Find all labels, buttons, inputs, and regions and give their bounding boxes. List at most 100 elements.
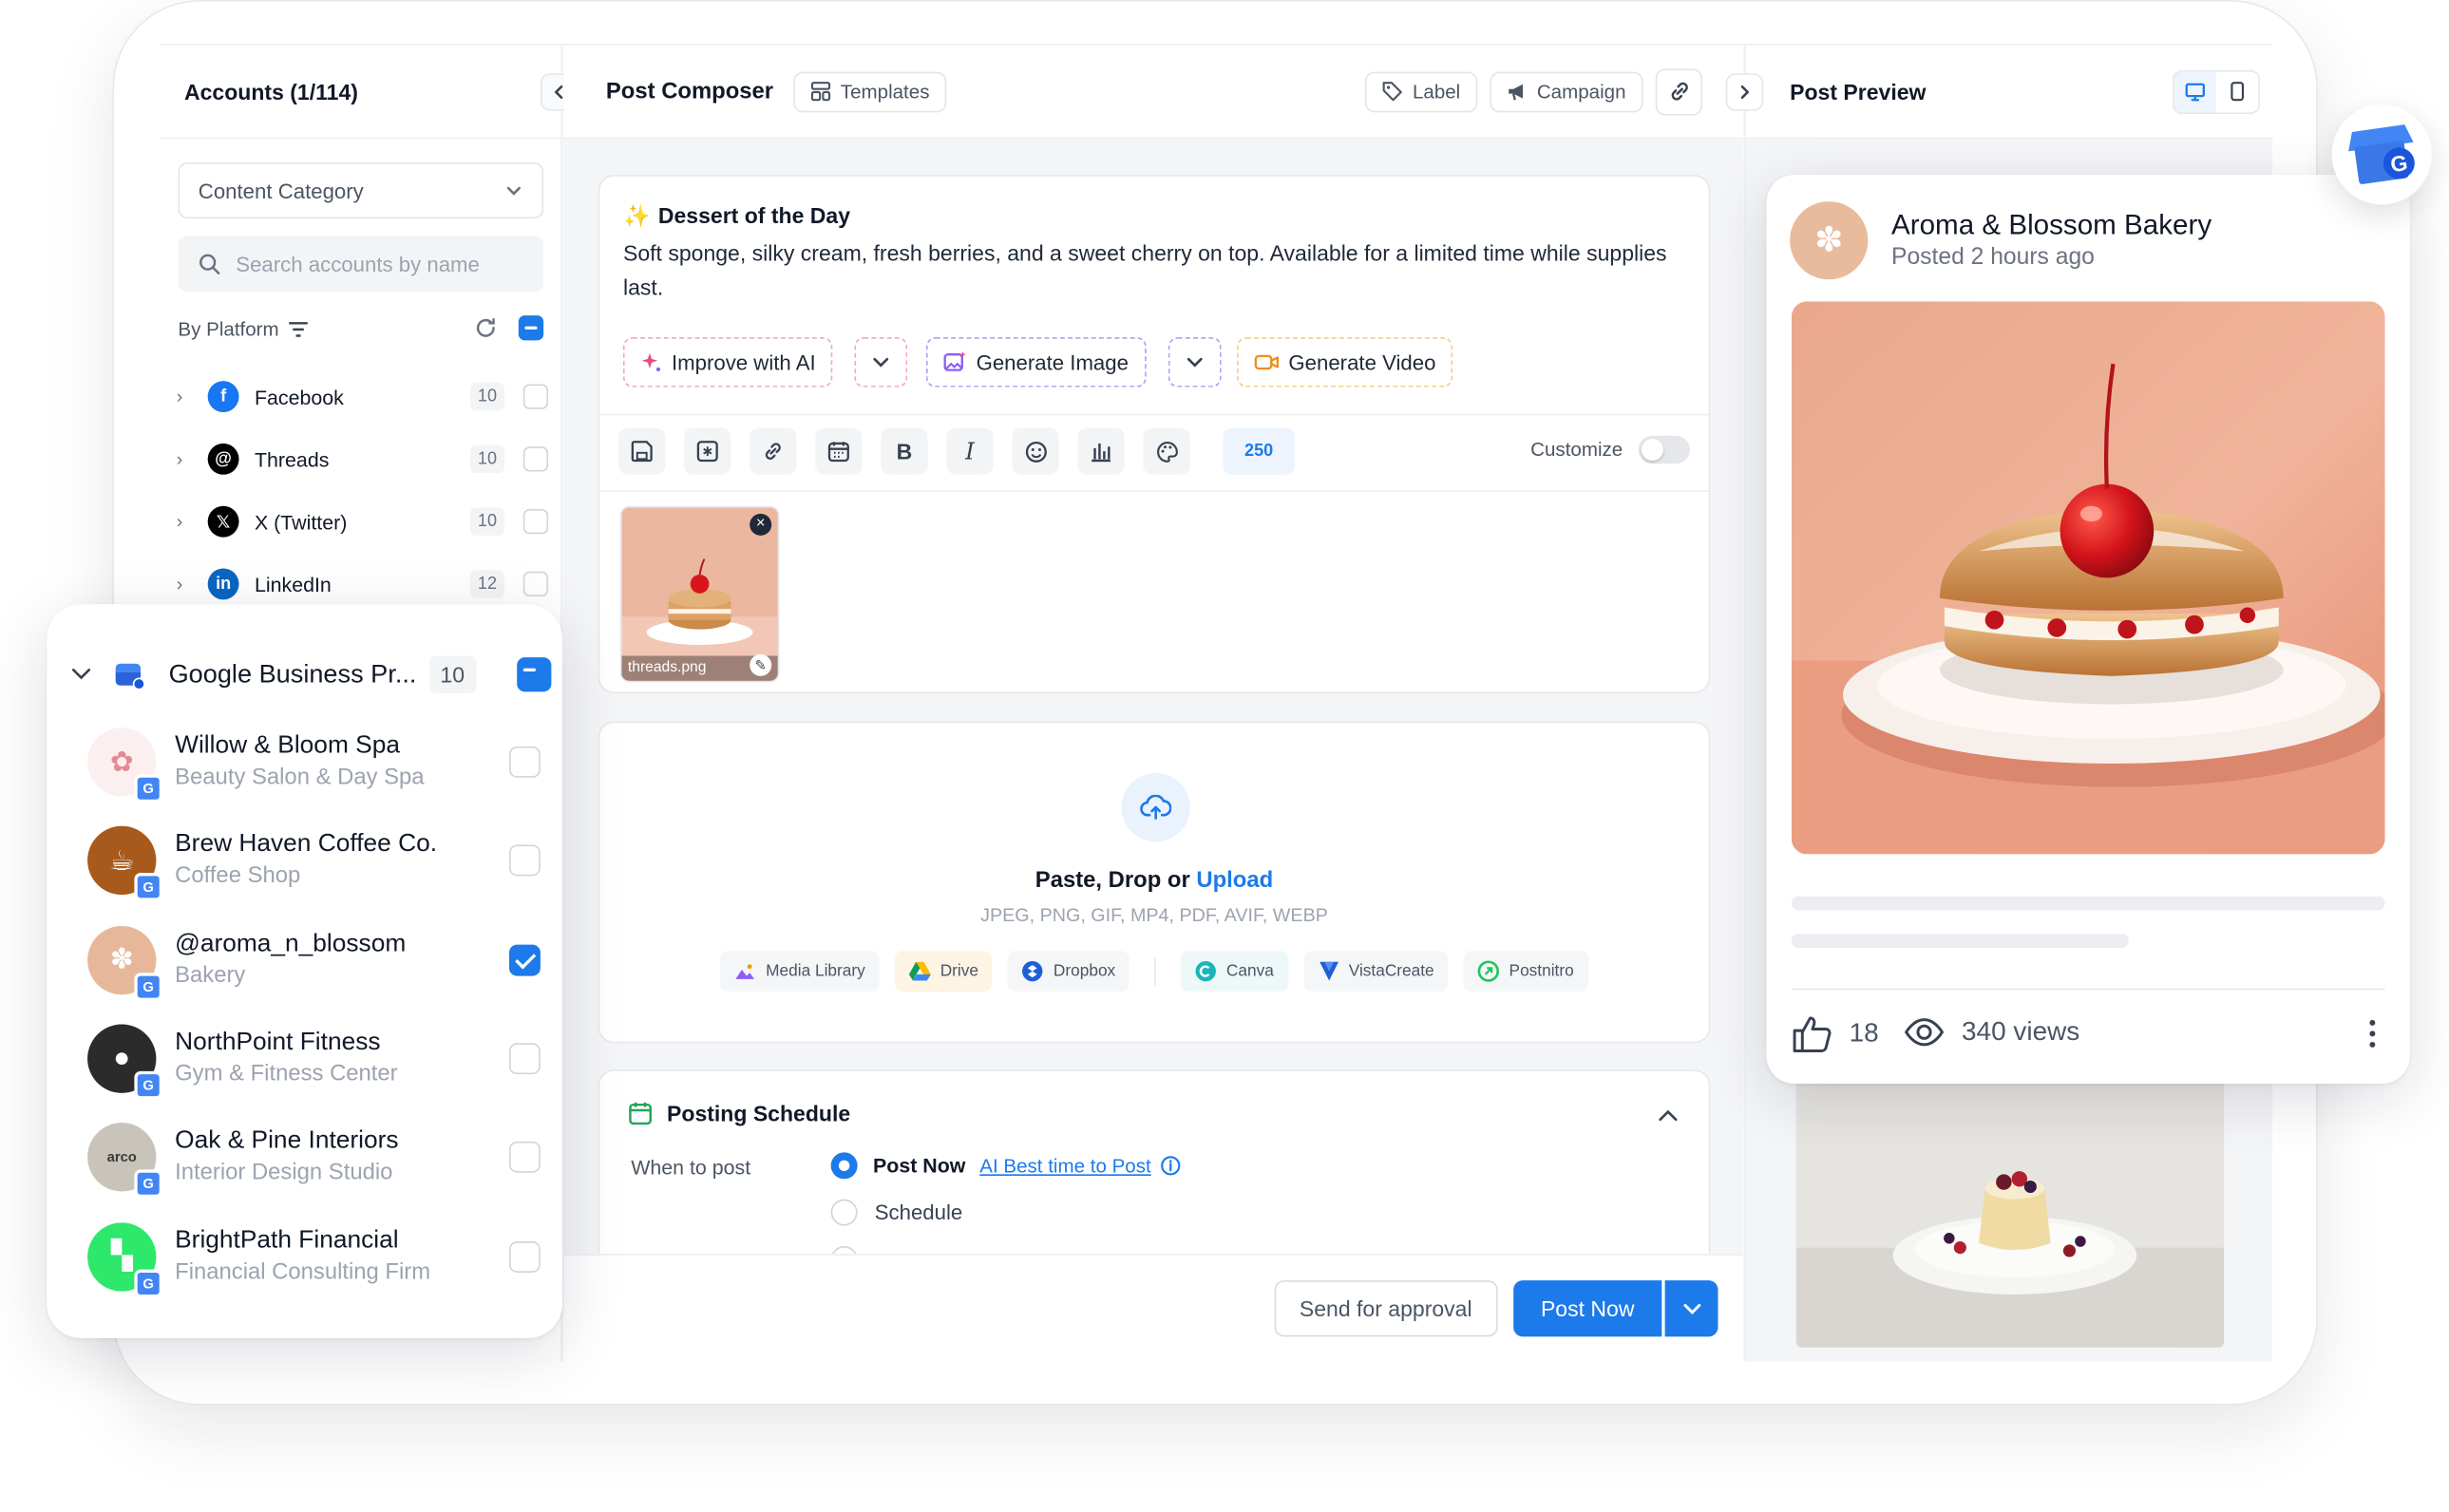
google-business-badge-icon: G: [134, 1070, 162, 1100]
account-checkbox[interactable]: [508, 1240, 541, 1273]
generate-video-button[interactable]: Generate Video: [1237, 337, 1453, 387]
drive-button[interactable]: Drive: [895, 951, 993, 992]
post-options-dropdown[interactable]: [1664, 1280, 1718, 1337]
dropbox-button[interactable]: Dropbox: [1008, 951, 1130, 992]
google-business-badge-icon: G: [134, 1268, 162, 1297]
account-avatar: ▚ G: [87, 1221, 162, 1297]
post-now-button[interactable]: Post Now: [1513, 1280, 1662, 1337]
gbp-account-item[interactable]: ✽ G @aroma_n_blossom Bakery: [87, 917, 541, 1002]
upload-title-prefix: Paste, Drop or: [1035, 868, 1197, 894]
remove-attachment-icon[interactable]: ×: [750, 513, 772, 536]
filter-label: By Platform: [178, 318, 279, 341]
device-toggle[interactable]: [2172, 69, 2261, 114]
post-title-line[interactable]: ✨ Dessert of the Day: [623, 203, 850, 230]
label-button[interactable]: Label: [1365, 70, 1478, 112]
campaign-button[interactable]: Campaign: [1490, 70, 1643, 112]
post-now-option[interactable]: Post Now AI Best time to Post: [830, 1152, 1181, 1180]
text-placeholder-line: [1791, 896, 2385, 911]
platform-row-linkedin[interactable]: › in LinkedIn 12: [177, 559, 549, 610]
send-approval-button[interactable]: Send for approval: [1274, 1280, 1497, 1337]
save-tool[interactable]: [618, 427, 666, 475]
vistacreate-button[interactable]: VistaCreate: [1303, 951, 1449, 992]
schedule-header[interactable]: Posting Schedule: [628, 1101, 850, 1125]
expand-preview-button[interactable]: [1725, 73, 1764, 111]
chevron-right-icon[interactable]: ›: [177, 511, 208, 533]
platform-checkbox[interactable]: [522, 571, 549, 597]
select-all-checkbox[interactable]: [518, 315, 544, 341]
bold-tool[interactable]: B: [881, 427, 928, 475]
gbp-account-item[interactable]: ● G NorthPoint Fitness Gym & Fitness Center: [87, 1016, 541, 1101]
gbp-group-header[interactable]: Google Business Pr... 10: [47, 648, 562, 701]
platform-row-x-twitter[interactable]: › 𝕏 X (Twitter) 10: [177, 497, 549, 547]
customize-toggle[interactable]: [1638, 435, 1690, 464]
gbp-account-item[interactable]: ✿ G Willow & Bloom Spa Beauty Salon & Day S…: [87, 720, 541, 804]
generate-image-button[interactable]: Generate Image: [925, 337, 1147, 387]
account-checkbox[interactable]: [508, 746, 541, 778]
emoji-tool[interactable]: [1012, 427, 1059, 475]
post-body[interactable]: Soft sponge, silky cream, fresh berries,…: [623, 236, 1700, 304]
account-checkbox[interactable]: [508, 844, 541, 877]
chevron-up-icon[interactable]: [1659, 1108, 1678, 1122]
text-placeholder-line: [1791, 934, 2129, 948]
edit-attachment-icon[interactable]: ✎: [750, 653, 772, 676]
schedule-option[interactable]: Schedule: [830, 1199, 962, 1226]
posted-time: Posted 2 hours ago: [1891, 243, 2095, 271]
palette-tool[interactable]: [1143, 427, 1190, 475]
gbp-account-item[interactable]: arco G Oak & Pine Interiors Interior Design…: [87, 1115, 541, 1200]
post-now-radio[interactable]: [830, 1152, 858, 1180]
desktop-view-button[interactable]: [2174, 70, 2216, 112]
templates-icon: [811, 82, 831, 102]
customize-toggle-group[interactable]: Customize: [1530, 435, 1690, 464]
italic-tool[interactable]: I: [946, 427, 994, 475]
chevron-right-icon[interactable]: ›: [177, 386, 208, 407]
account-checkbox[interactable]: [508, 1043, 541, 1074]
link-button[interactable]: [1655, 67, 1703, 115]
postnitro-button[interactable]: Postnitro: [1463, 951, 1588, 992]
platform-filter[interactable]: By Platform: [178, 313, 308, 345]
account-checkbox[interactable]: [508, 944, 541, 975]
chevron-right-icon[interactable]: ›: [177, 448, 208, 470]
vistacreate-label: VistaCreate: [1348, 961, 1434, 981]
mobile-view-button[interactable]: [2216, 71, 2258, 112]
gbp-account-item[interactable]: ☕ G Brew Haven Coffee Co. Coffee Shop: [87, 819, 541, 903]
canva-button[interactable]: Canva: [1181, 951, 1288, 992]
media-library-button[interactable]: Media Library: [720, 951, 880, 992]
platform-row-facebook[interactable]: › f Facebook 10: [177, 371, 549, 422]
templates-button[interactable]: Templates: [793, 70, 947, 112]
account-checkbox[interactable]: [508, 1142, 541, 1174]
gbp-account-item[interactable]: ▚ G BrightPath Financial Financial Consulti…: [87, 1214, 541, 1298]
label-button-text: Label: [1412, 80, 1461, 103]
refresh-icon[interactable]: [473, 315, 498, 349]
customize-label: Customize: [1530, 438, 1623, 462]
improve-ai-dropdown[interactable]: [854, 337, 908, 387]
upload-cloud-icon[interactable]: [1121, 772, 1190, 842]
platform-checkbox[interactable]: [522, 384, 549, 409]
save-icon: [631, 441, 653, 463]
spintax-tool[interactable]: [684, 427, 731, 475]
upload-link[interactable]: Upload: [1196, 868, 1273, 893]
gbp-group-checkbox[interactable]: [516, 657, 551, 692]
platform-row-threads[interactable]: › @ Threads 10: [177, 434, 549, 484]
ai-best-time-link[interactable]: AI Best time to Post: [979, 1155, 1150, 1177]
search-accounts-input[interactable]: Search accounts by name: [178, 236, 544, 293]
content-category-select[interactable]: Content Category: [178, 161, 544, 219]
platform-checkbox[interactable]: [522, 446, 549, 472]
platform-checkbox[interactable]: [522, 508, 549, 535]
chevron-down-icon[interactable]: [71, 669, 91, 681]
like-group[interactable]: 18: [1792, 1013, 1879, 1054]
schedule-radio[interactable]: [830, 1199, 858, 1226]
generate-video-label: Generate Video: [1288, 350, 1436, 374]
info-icon[interactable]: [1161, 1156, 1181, 1176]
improve-ai-button[interactable]: Improve with AI: [622, 337, 833, 387]
chevron-right-icon[interactable]: ›: [177, 573, 208, 595]
attachment-thumbnail[interactable]: threads.png × ✎: [619, 505, 780, 683]
generate-image-dropdown[interactable]: [1168, 337, 1222, 387]
dessert-image: [1791, 301, 2385, 855]
post-image[interactable]: [1791, 301, 2385, 855]
calendar-tool[interactable]: [815, 427, 863, 475]
calendar-icon: [629, 1102, 653, 1125]
poll-tool[interactable]: [1077, 427, 1125, 475]
bar-chart-icon: [1092, 443, 1111, 463]
link-tool[interactable]: [750, 427, 797, 475]
more-options-icon[interactable]: [2369, 1019, 2376, 1049]
